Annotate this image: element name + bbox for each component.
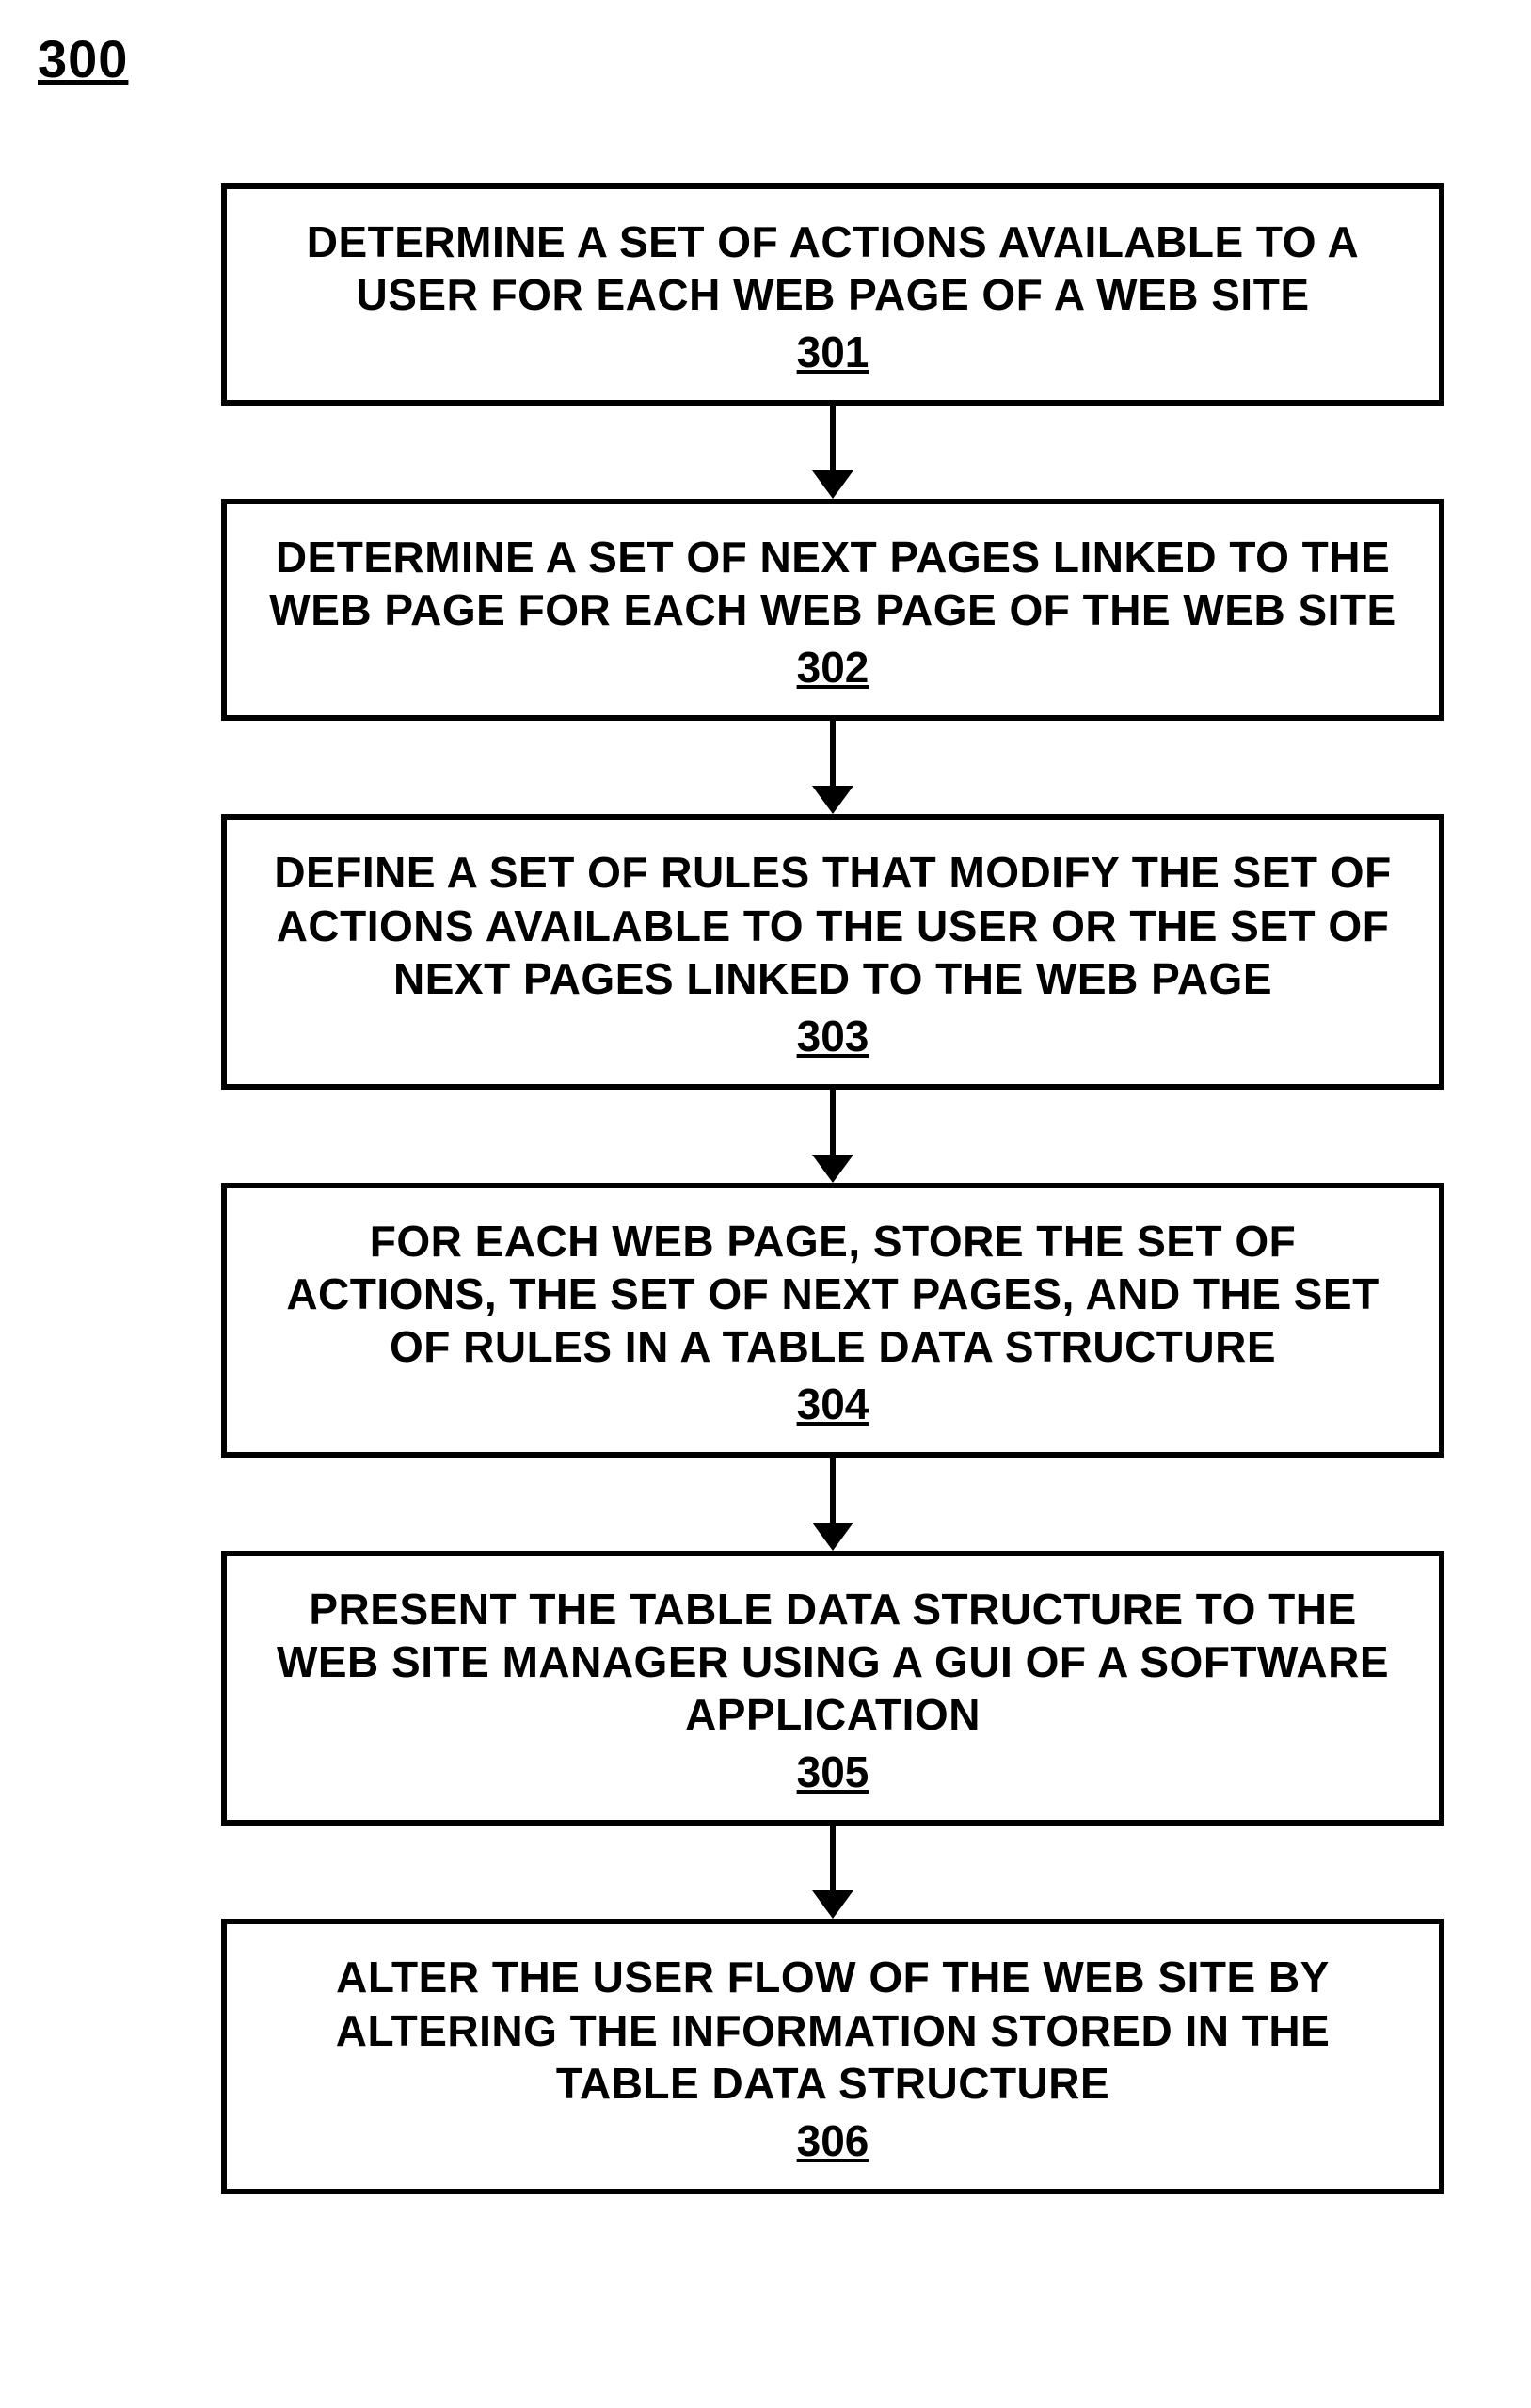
arrow-down-icon: [812, 1458, 853, 1551]
step-number: 303: [264, 1011, 1401, 1061]
arrow-down-icon: [812, 721, 853, 814]
arrow-down-icon: [812, 1090, 853, 1183]
step-text: FOR EACH WEB PAGE, STORE THE SET OF ACTI…: [264, 1215, 1401, 1373]
step-text: DETERMINE A SET OF ACTIONS AVAILABLE TO …: [264, 215, 1401, 321]
step-number: 301: [264, 327, 1401, 377]
flowchart: DETERMINE A SET OF ACTIONS AVAILABLE TO …: [216, 183, 1449, 2194]
flow-step-305: PRESENT THE TABLE DATA STRUCTURE TO THE …: [221, 1551, 1444, 1826]
step-text: ALTER THE USER FLOW OF THE WEB SITE BY A…: [264, 1951, 1401, 2109]
flow-step-302: DETERMINE A SET OF NEXT PAGES LINKED TO …: [221, 499, 1444, 721]
arrow-down-icon: [812, 406, 853, 499]
flow-step-306: ALTER THE USER FLOW OF THE WEB SITE BY A…: [221, 1919, 1444, 2193]
step-number: 305: [264, 1746, 1401, 1797]
flowchart-page: 300 DETERMINE A SET OF ACTIONS AVAILABLE…: [0, 0, 1531, 2408]
flow-step-303: DEFINE A SET OF RULES THAT MODIFY THE SE…: [221, 814, 1444, 1089]
step-number: 306: [264, 2115, 1401, 2166]
figure-number: 300: [38, 28, 128, 89]
step-number: 304: [264, 1379, 1401, 1429]
step-text: DETERMINE A SET OF NEXT PAGES LINKED TO …: [264, 531, 1401, 636]
flow-step-301: DETERMINE A SET OF ACTIONS AVAILABLE TO …: [221, 183, 1444, 406]
step-text: DEFINE A SET OF RULES THAT MODIFY THE SE…: [264, 846, 1401, 1004]
arrow-down-icon: [812, 1826, 853, 1919]
step-text: PRESENT THE TABLE DATA STRUCTURE TO THE …: [264, 1583, 1401, 1741]
flow-step-304: FOR EACH WEB PAGE, STORE THE SET OF ACTI…: [221, 1183, 1444, 1458]
step-number: 302: [264, 642, 1401, 693]
